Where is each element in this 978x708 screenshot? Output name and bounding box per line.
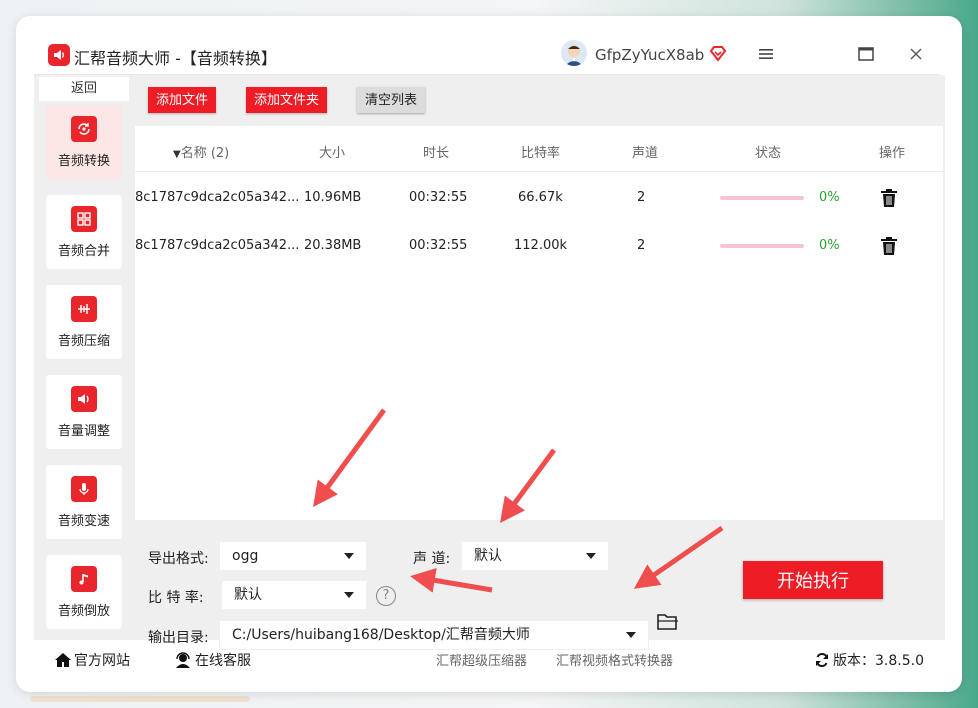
title-bar: 汇帮音频大师 -【音频转换】 GfpZyYucX8ab — [16, 16, 962, 76]
toolbar: 添加文件 添加文件夹 清空列表 — [133, 75, 945, 125]
music-note-icon — [71, 565, 97, 592]
progress-bar — [720, 196, 804, 200]
sidebar-item-label: 音量调整 — [57, 423, 110, 439]
file-bitrate: 112.00k — [514, 238, 568, 253]
bitrate-select[interactable]: 默认 — [221, 580, 367, 610]
video-converter-link[interactable]: 汇帮视频格式转换器 — [556, 650, 673, 669]
sidebar-item-convert[interactable]: 音频转换 — [46, 105, 122, 179]
app-window: 汇帮音频大师 -【音频转换】 GfpZyYucX8ab 返回 音频转换 音频合并… — [16, 16, 962, 692]
table-row[interactable]: 8c1787c9dca2c05a342... 10.96MB 00:32:55 … — [135, 174, 943, 222]
speaker-logo-icon — [48, 44, 70, 66]
avatar[interactable] — [561, 40, 587, 66]
chevron-down-icon — [344, 553, 354, 559]
maximize-icon[interactable] — [856, 44, 876, 64]
start-button[interactable]: 开始执行 — [743, 561, 883, 599]
app-title: 汇帮音频大师 -【音频转换】 — [74, 49, 277, 68]
chevron-down-icon — [344, 592, 354, 598]
column-header-duration[interactable]: 时长 — [423, 142, 449, 161]
version-info[interactable]: 版本：3.8.5.0 — [814, 650, 924, 670]
file-channels: 2 — [637, 190, 646, 205]
volume-icon — [71, 385, 97, 412]
file-size: 20.38MB — [304, 238, 362, 253]
online-support-link[interactable]: 在线客服 — [174, 650, 251, 670]
merge-icon — [71, 205, 97, 232]
file-name: 8c1787c9dca2c05a342... — [135, 238, 300, 253]
column-header-channels[interactable]: 声道 — [632, 142, 658, 161]
sidebar-item-speed[interactable]: 音频变速 — [46, 465, 122, 539]
file-bitrate: 66.67k — [518, 190, 563, 205]
sidebar-item-label: 音频变速 — [57, 513, 110, 529]
help-icon[interactable]: ? — [376, 586, 396, 606]
convert-icon — [71, 115, 97, 142]
microphone-icon — [71, 475, 97, 502]
sidebar-item-merge[interactable]: 音频合并 — [46, 195, 122, 269]
sidebar-item-compress[interactable]: 音频压缩 — [46, 285, 122, 359]
close-icon[interactable] — [906, 44, 926, 64]
progress-percent: 0% — [819, 238, 840, 253]
column-header-status: 状态 — [755, 146, 782, 161]
main-panel: 添加文件 添加文件夹 清空列表 ▼名称 (2) 大小 时长 比特率 声道 状态 … — [133, 75, 945, 650]
table-header: ▼名称 (2) 大小 时长 比特率 声道 状态 操作 — [135, 126, 943, 172]
user-name[interactable]: GfpZyYucX8ab — [595, 46, 704, 64]
trash-icon[interactable] — [880, 188, 898, 208]
file-channels: 2 — [637, 238, 646, 253]
super-compressor-link[interactable]: 汇帮超级压缩器 — [436, 650, 527, 669]
progress-percent: 0% — [819, 190, 840, 205]
column-header-name[interactable]: ▼名称 (2) — [173, 142, 229, 161]
clear-list-button[interactable]: 清空列表 — [357, 87, 426, 113]
trash-icon[interactable] — [880, 236, 898, 256]
chevron-down-icon — [586, 553, 596, 559]
footer: 官方网站 在线客服 汇帮超级压缩器 汇帮视频格式转换器 版本：3.8.5.0 — [34, 640, 945, 680]
file-name: 8c1787c9dca2c05a342... — [135, 190, 300, 205]
home-icon — [54, 652, 72, 668]
headset-icon — [174, 652, 192, 668]
folder-icon[interactable] — [657, 613, 679, 631]
menu-icon[interactable] — [756, 44, 776, 64]
add-folder-button[interactable]: 添加文件夹 — [246, 87, 328, 113]
bitrate-label: 比 特 率: — [148, 590, 204, 606]
compress-icon — [71, 295, 97, 322]
column-header-size[interactable]: 大小 — [319, 142, 345, 161]
progress-bar — [720, 244, 804, 248]
file-size: 10.96MB — [304, 190, 362, 205]
vip-diamond-icon[interactable] — [708, 44, 728, 64]
sidebar: 返回 音频转换 音频合并 音频压缩 音量调整 音频变速 音频倒放 — [34, 75, 133, 640]
channel-select[interactable]: 默认 — [461, 541, 609, 571]
format-label: 导出格式: — [148, 551, 209, 567]
background-glow — [30, 696, 250, 702]
file-list: ▼名称 (2) 大小 时长 比特率 声道 状态 操作 8c1787c9dca2c… — [135, 126, 943, 520]
sidebar-item-label: 音频合并 — [57, 243, 110, 259]
sidebar-item-volume[interactable]: 音量调整 — [46, 375, 122, 449]
column-header-actions: 操作 — [879, 146, 906, 161]
add-file-button[interactable]: 添加文件 — [148, 87, 217, 113]
sidebar-item-label: 音频压缩 — [57, 333, 110, 349]
column-header-bitrate[interactable]: 比特率 — [521, 142, 560, 161]
sidebar-item-label: 音频转换 — [57, 153, 110, 169]
table-row[interactable]: 8c1787c9dca2c05a342... 20.38MB 00:32:55 … — [135, 222, 943, 270]
back-button[interactable]: 返回 — [39, 77, 129, 101]
refresh-icon — [814, 652, 830, 668]
chevron-down-icon — [626, 632, 636, 638]
sidebar-item-reverse[interactable]: 音频倒放 — [46, 555, 122, 629]
official-website-link[interactable]: 官方网站 — [54, 650, 130, 670]
file-duration: 00:32:55 — [409, 190, 468, 205]
sidebar-item-label: 音频倒放 — [57, 603, 110, 619]
channel-label: 声 道: — [413, 551, 451, 567]
file-duration: 00:32:55 — [409, 238, 468, 253]
settings-panel: 导出格式: ogg 声 道: 默认 比 特 率: 默认 ? 开始执行 输出目录:… — [133, 520, 945, 650]
format-select[interactable]: ogg — [219, 541, 367, 571]
